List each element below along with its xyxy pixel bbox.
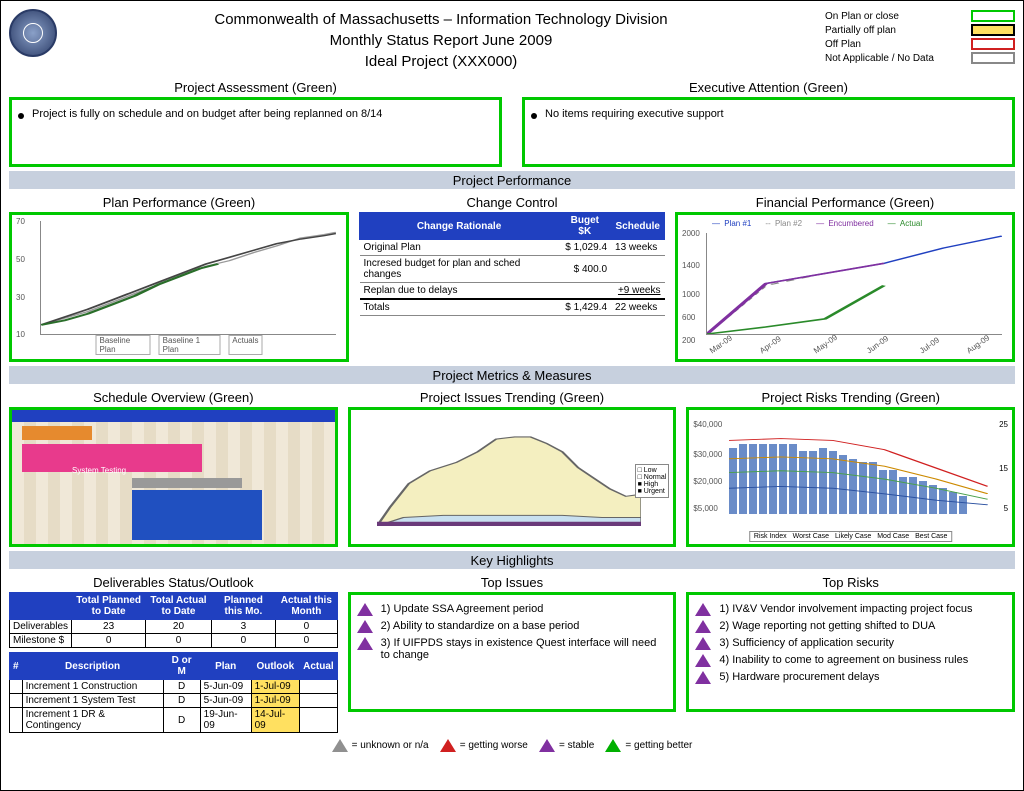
deliverables-title: Deliverables Status/Outlook [9,575,338,590]
project-performance-bar: Project Performance [9,171,1015,189]
project-assessment-title: Project Assessment (Green) [9,80,502,95]
change-control-title: Change Control [359,195,665,210]
outlook-table: #DescriptionD or MPlanOutlookActual Incr… [9,652,338,733]
issues-trending-chart: □ Low □ Normal ■ High ■ Urgent [348,407,677,547]
change-control-table: Change RationaleBuget $KSchedule Origina… [359,212,665,316]
financial-performance-chart: — Plan #1 -- Plan #2 — Encumbered — Actu… [675,212,1015,362]
issues-trending-title: Project Issues Trending (Green) [348,390,677,405]
title-block: Commonwealth of Massachusetts – Informat… [65,9,817,72]
plan-chart-legend: Baseline PlanBaseline 1 PlanActuals [96,335,263,355]
header: Commonwealth of Massachusetts – Informat… [9,9,1015,72]
legend-swatch-grey [971,52,1015,64]
state-seal-icon [9,9,57,57]
assessment-row: Project Assessment (Green) Project is fu… [9,78,1015,167]
legend-label: On Plan or close [825,11,899,22]
top-issues-title: Top Issues [348,575,677,590]
top-issues-block: Top Issues 1) Update SSA Agreement perio… [348,573,677,733]
risks-legend-box: Risk IndexWorst CaseLikely CaseMod CaseB… [749,531,953,542]
highlights-bar: Key Highlights [9,551,1015,569]
triangle-icon [695,654,711,667]
status-report-page: Commonwealth of Massachusetts – Informat… [0,0,1024,791]
title-line-1: Commonwealth of Massachusetts – Informat… [65,9,817,30]
issues-legend-box: □ Low □ Normal ■ High ■ Urgent [635,464,670,498]
triangle-icon [695,603,711,616]
risks-trending-title: Project Risks Trending (Green) [686,390,1015,405]
performance-row: Plan Performance (Green) 70503010 Baseli… [9,193,1015,362]
risks-trending-chart: $40,000$30,000$20,000$5,000 25155 Risk I… [686,407,1015,547]
metrics-row: Schedule Overview (Green) System Testing… [9,388,1015,547]
executive-attention-title: Executive Attention (Green) [522,80,1015,95]
executive-attention-text: No items requiring executive support [545,108,724,120]
project-assessment-box: Project is fully on schedule and on budg… [9,97,502,167]
executive-attention-box: No items requiring executive support [522,97,1015,167]
schedule-gantt-chart: System Testing [9,407,338,547]
plan-performance-chart: 70503010 Baseline PlanBaseline 1 PlanAct… [9,212,349,362]
deliverables-table: Total Planned to DateTotal Actual to Dat… [9,592,338,648]
bullet-icon [531,113,537,119]
triangle-icon [357,637,373,650]
legend-swatch-yellow [971,24,1015,36]
title-line-2: Monthly Status Report June 2009 [65,30,817,51]
schedule-overview-title: Schedule Overview (Green) [9,390,338,405]
financial-performance-title: Financial Performance (Green) [675,195,1015,210]
triangle-icon [695,637,711,650]
legend-label: Off Plan [825,39,861,50]
legend-swatch-red [971,38,1015,50]
triangle-red-icon [440,739,456,752]
metrics-bar: Project Metrics & Measures [9,366,1015,384]
triangle-purple-icon [539,739,555,752]
triangle-icon [695,671,711,684]
triangle-grey-icon [332,739,348,752]
bullet-icon [18,113,24,119]
top-risks-title: Top Risks [686,575,1015,590]
legend-label: Partially off plan [825,25,896,36]
triangle-icon [357,620,373,633]
highlights-row: Deliverables Status/Outlook Total Planne… [9,573,1015,733]
legend-swatch-green [971,10,1015,22]
triangle-icon [695,620,711,633]
footer-legend: = unknown or n/a = getting worse = stabl… [9,733,1015,758]
plan-performance-title: Plan Performance (Green) [9,195,349,210]
title-line-3: Ideal Project (XXX000) [65,51,817,72]
project-assessment-text: Project is fully on schedule and on budg… [32,108,382,120]
deliverables-block: Deliverables Status/Outlook Total Planne… [9,573,338,733]
top-risks-block: Top Risks 1) IV&V Vendor involvement imp… [686,573,1015,733]
financial-chart-legend: — Plan #1 -- Plan #2 — Encumbered — Actu… [710,219,926,228]
triangle-icon [357,603,373,616]
legend-label: Not Applicable / No Data [825,53,934,64]
status-legend: On Plan or close Partially off plan Off … [825,9,1015,65]
triangle-green-icon [605,739,621,752]
